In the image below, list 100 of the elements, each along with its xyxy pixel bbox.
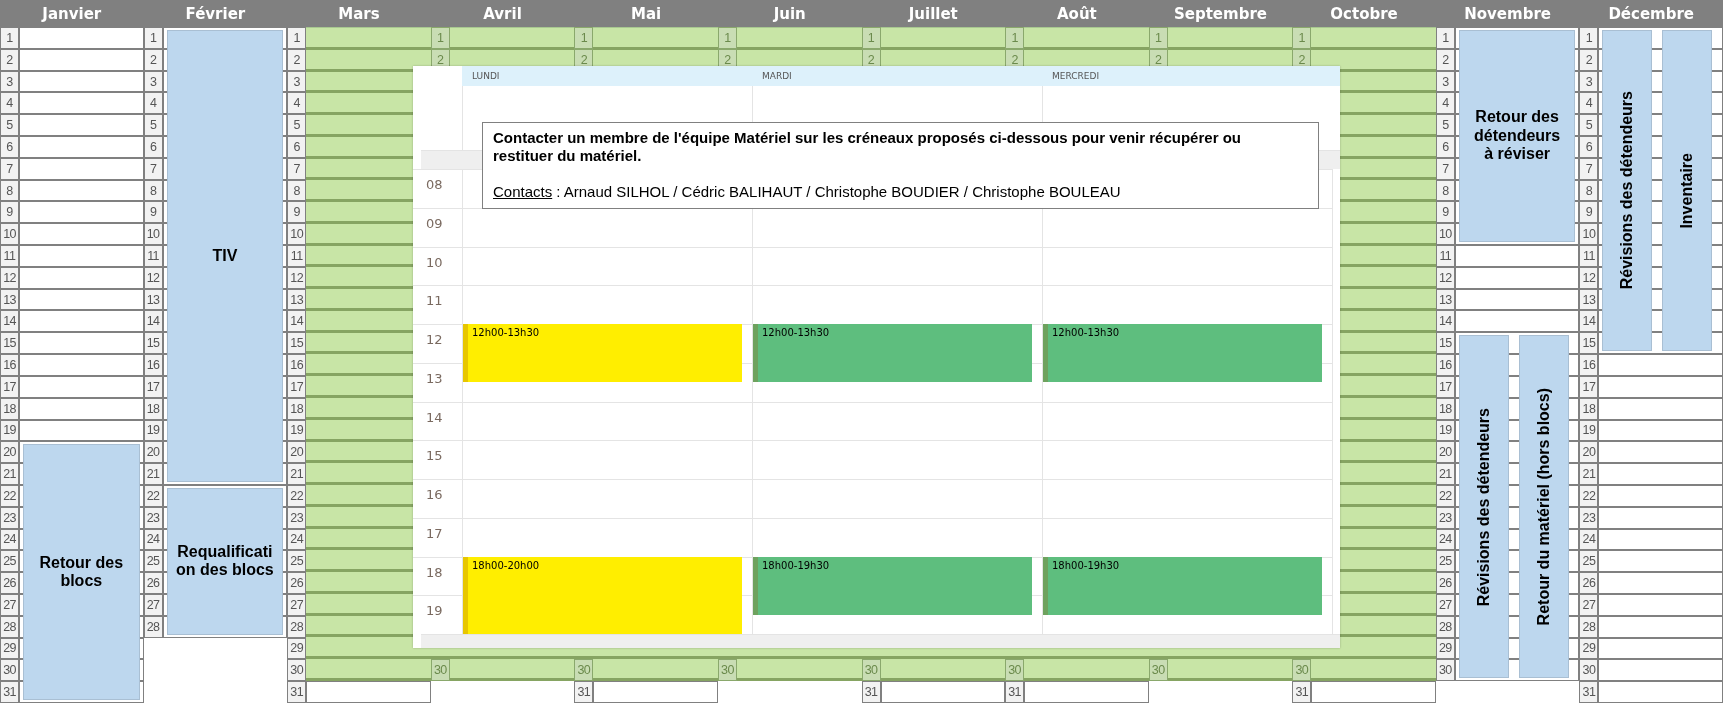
day-number: 16	[1579, 354, 1599, 376]
period-block: TIV	[166, 30, 284, 482]
day-number: 17	[287, 375, 307, 398]
day-number: 18	[0, 397, 19, 420]
day-number: 4	[1579, 92, 1599, 115]
day-number: 31	[1292, 681, 1312, 703]
contacts-label: Contacts	[493, 183, 553, 200]
day-number: 24	[1579, 528, 1599, 551]
day-number: 11	[1579, 245, 1599, 267]
day-number: 20	[287, 441, 307, 464]
day-number: 4	[287, 92, 307, 115]
day-number: 22	[287, 484, 307, 507]
day-number: 28	[0, 615, 19, 638]
day-number: 23	[287, 506, 307, 529]
day-number: 29	[0, 637, 19, 660]
day-number: 1	[287, 27, 307, 49]
day-number: 14	[287, 310, 307, 333]
day-number: 8	[1579, 179, 1599, 202]
day-number: 30	[1579, 659, 1599, 682]
calendar-event[interactable]: 18h00-19h30	[1043, 556, 1322, 615]
day-number: 2	[1579, 48, 1599, 71]
contacts-list: : Arnaud SILHOL / Cédric BALIHAUT / Christophe BOUDIER / Christophe BOULEAU	[556, 183, 1121, 200]
calendar-event[interactable]: 18h00-20h00	[463, 556, 742, 634]
day-number: 5	[287, 114, 307, 137]
month-header: Mars	[287, 0, 431, 27]
day-number: 19	[287, 419, 307, 442]
day-number: 2	[287, 48, 307, 71]
day-number: 1	[1292, 27, 1312, 49]
calendar-event[interactable]: 12h00-13h30	[753, 324, 1032, 383]
hour-label: 08	[426, 177, 443, 192]
day-number: 25	[1579, 550, 1599, 573]
day-number: 15	[1579, 332, 1599, 355]
day-number: 31	[1579, 681, 1599, 703]
month-header: Février	[143, 0, 288, 27]
day-number: 25	[0, 550, 19, 573]
day-number: 1	[574, 27, 594, 49]
month-header: Mai	[574, 0, 718, 27]
weekday-label: LUNDI	[472, 71, 500, 81]
day-number: 26	[1579, 572, 1599, 594]
day-number: 4	[0, 92, 19, 115]
period-block: Retour des blocs	[23, 444, 140, 700]
day-number: 3	[287, 70, 307, 93]
weekday-label: MERCREDI	[1052, 71, 1100, 81]
hour-label: 18	[426, 564, 443, 580]
day-number: 21	[0, 463, 19, 485]
day-number: 20	[1579, 441, 1599, 464]
hour-label: 19	[426, 603, 443, 619]
day-number: 29	[1579, 637, 1599, 660]
day-number: 23	[0, 506, 19, 529]
day-number: 31	[287, 681, 307, 703]
weekday-label: MARDI	[762, 71, 792, 81]
day-number: 21	[1579, 463, 1599, 485]
month-header: Août	[1005, 0, 1149, 27]
day-number: 11	[287, 245, 307, 267]
day-number: 18	[287, 397, 307, 420]
day-number: 22	[0, 484, 19, 507]
day-number: 15	[0, 332, 19, 355]
day-number: 9	[1579, 201, 1599, 224]
hour-label: 09	[426, 215, 443, 231]
day-number: 1	[1579, 27, 1599, 49]
day-number: 7	[0, 157, 19, 180]
day-number: 1	[0, 27, 19, 49]
day-number: 8	[287, 179, 307, 202]
day-number: 16	[287, 354, 307, 376]
month-header: Avril	[430, 0, 575, 27]
day-number: 27	[1579, 593, 1599, 616]
day-number: 18	[1579, 397, 1599, 420]
day-number: 29	[287, 637, 307, 660]
hour-label: 16	[426, 487, 443, 502]
day-number: 14	[0, 310, 19, 333]
hour-label: 14	[426, 409, 443, 425]
day-number: 25	[287, 550, 307, 573]
hour-label: 11	[426, 293, 443, 309]
day-number: 12	[0, 266, 19, 289]
day-number: 22	[1579, 484, 1599, 507]
day-number: 20	[0, 441, 19, 464]
day-number: 31	[1005, 681, 1025, 703]
period-block: Inventaire	[1662, 30, 1713, 352]
day-number: 12	[1579, 266, 1599, 289]
day-number: 30	[574, 659, 594, 682]
month-header: Juin	[717, 0, 862, 27]
day-number: 24	[287, 528, 307, 551]
day-number: 3	[0, 70, 19, 93]
calendar-event[interactable]: 12h00-13h30	[1043, 324, 1322, 383]
day-number: 17	[1579, 375, 1599, 398]
period-block: Révisions des détendeurs	[1458, 335, 1509, 679]
day-number: 13	[1579, 288, 1599, 311]
hour-label: 13	[426, 370, 443, 386]
day-number: 8	[0, 179, 19, 202]
day-number: 10	[287, 223, 307, 246]
calendar-event[interactable]: 18h00-19h30	[753, 556, 1032, 615]
day-number: 5	[1579, 114, 1599, 137]
hour-label: 12	[426, 332, 443, 347]
day-number: 28	[287, 615, 307, 638]
hour-label: 15	[426, 448, 443, 464]
calendar-event[interactable]: 12h00-13h30	[463, 324, 742, 383]
day-number: 30	[1005, 659, 1025, 682]
day-number: 9	[287, 201, 307, 224]
day-number: 30	[0, 659, 19, 682]
day-number: 15	[287, 332, 307, 355]
